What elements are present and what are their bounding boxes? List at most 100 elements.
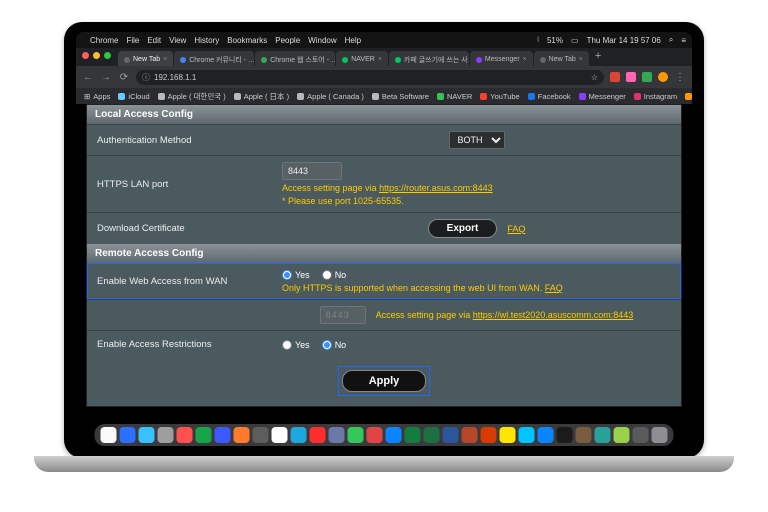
bookmark-item[interactable]: Beta Software (372, 92, 429, 101)
restrict-no-option[interactable]: No (322, 340, 347, 350)
wifi-icon[interactable]: ⧙ (537, 35, 539, 45)
tab-0[interactable]: New Tab× (118, 51, 173, 66)
new-tab-button[interactable]: + (590, 50, 606, 64)
export-button[interactable]: Export (428, 219, 498, 238)
bookmark-item[interactable]: Messenger (579, 92, 626, 101)
dock-app-icon[interactable] (367, 427, 383, 440)
chrome-menu-icon[interactable]: ⋮ (674, 72, 686, 83)
restrict-no-radio[interactable] (322, 340, 332, 350)
bookmark-item[interactable]: NAVER (437, 92, 472, 101)
menu-window[interactable]: Window (308, 36, 336, 45)
wan-no-option[interactable]: No (322, 270, 347, 280)
tab-5[interactable]: Messenger× (470, 51, 533, 66)
menu-view[interactable]: View (169, 36, 186, 45)
bookmark-item[interactable]: iCloud (118, 92, 149, 101)
dock-app-icon[interactable] (272, 427, 288, 440)
dock-app-icon[interactable] (405, 427, 421, 440)
bookmark-item[interactable]: Apple ( 대한민국 ) (158, 91, 226, 102)
cert-faq-link[interactable]: FAQ (507, 224, 525, 234)
close-window-icon[interactable] (82, 52, 89, 59)
https-port-input[interactable] (282, 162, 342, 180)
dock-app-icon[interactable] (633, 427, 649, 440)
control-center-icon[interactable]: ≡ (681, 36, 686, 45)
restrict-yes-radio[interactable] (282, 340, 292, 350)
tab-label: Messenger (485, 56, 520, 63)
bookmark-item[interactable]: Facebook (528, 92, 571, 101)
wan-faq-link[interactable]: FAQ (545, 283, 563, 293)
dock-app-icon[interactable] (120, 427, 136, 440)
dock-app-icon[interactable] (462, 427, 478, 440)
auth-method-select[interactable]: BOTH (449, 131, 505, 149)
menu-bookmarks[interactable]: Bookmarks (227, 36, 267, 45)
dock-app-icon[interactable] (291, 427, 307, 440)
bookmark-star-icon[interactable]: ☆ (591, 73, 598, 82)
dock-app-icon[interactable] (443, 427, 459, 440)
menu-file[interactable]: File (126, 36, 139, 45)
address-bar[interactable]: ⓘ 192.168.1.1 ☆ (136, 70, 604, 85)
wan-yes-option[interactable]: Yes (282, 270, 310, 280)
tab-2[interactable]: Chrome 웹 스토어 - …× (255, 51, 335, 66)
menu-help[interactable]: Help (345, 36, 361, 45)
bookmark-item[interactable]: Instagram (634, 92, 677, 101)
apps-shortcut[interactable]: ⊞Apps (84, 92, 110, 101)
site-info-icon[interactable]: ⓘ (142, 72, 150, 83)
profile-avatar[interactable] (658, 72, 668, 82)
tab-3[interactable]: NAVER× (336, 51, 388, 66)
back-button[interactable]: ← (82, 72, 94, 83)
dock-app-icon[interactable] (576, 427, 592, 440)
dock-app-icon[interactable] (177, 427, 193, 440)
bookmark-item[interactable]: Amazon (685, 92, 692, 101)
dock-app-icon[interactable] (158, 427, 174, 440)
menu-people[interactable]: People (275, 36, 300, 45)
dock-app-icon[interactable] (538, 427, 554, 440)
dock-app-icon[interactable] (595, 427, 611, 440)
search-icon[interactable]: ⌕ (669, 35, 673, 45)
dock-app-icon[interactable] (614, 427, 630, 440)
bookmark-favicon (158, 93, 165, 100)
wan-url-link[interactable]: https://wl.test2020.asuscomm.com:8443 (473, 310, 634, 320)
reload-button[interactable]: ⟳ (118, 72, 130, 83)
dock-app-icon[interactable] (310, 427, 326, 440)
dock-app-icon[interactable] (139, 427, 155, 440)
lan-url-link[interactable]: https://router.asus.com:8443 (379, 183, 493, 193)
dock-app-icon[interactable] (557, 427, 573, 440)
dock-app-icon[interactable] (196, 427, 212, 440)
dock-app-icon[interactable] (234, 427, 250, 440)
restrict-yes-option[interactable]: Yes (282, 340, 310, 350)
zoom-window-icon[interactable] (104, 52, 111, 59)
dock-app-icon[interactable] (386, 427, 402, 440)
close-icon[interactable]: × (579, 56, 583, 63)
bookmark-item[interactable]: YouTube (480, 92, 519, 101)
menu-history[interactable]: History (194, 36, 219, 45)
tab-6[interactable]: New Tab× (534, 51, 589, 66)
dock-app-icon[interactable] (652, 427, 668, 440)
window-controls[interactable] (80, 52, 117, 63)
forward-button[interactable]: → (100, 72, 112, 83)
wan-yes-radio[interactable] (282, 270, 292, 280)
menu-edit[interactable]: Edit (147, 36, 161, 45)
extension-icon[interactable] (642, 72, 652, 82)
app-name[interactable]: Chrome (90, 36, 118, 45)
wan-port-input[interactable] (320, 306, 366, 324)
extension-icon[interactable] (626, 72, 636, 82)
close-icon[interactable]: × (523, 56, 527, 63)
extension-icon[interactable] (610, 72, 620, 82)
apply-button[interactable]: Apply (342, 370, 427, 392)
close-icon[interactable]: × (378, 56, 382, 63)
bookmark-item[interactable]: Apple ( Canada ) (297, 92, 364, 101)
dock-app-icon[interactable] (329, 427, 345, 440)
dock-app-icon[interactable] (424, 427, 440, 440)
dock-app-icon[interactable] (348, 427, 364, 440)
dock-app-icon[interactable] (500, 427, 516, 440)
dock-app-icon[interactable] (101, 427, 117, 440)
dock-app-icon[interactable] (519, 427, 535, 440)
minimize-window-icon[interactable] (93, 52, 100, 59)
bookmark-item[interactable]: Apple ( 日本 ) (234, 91, 289, 102)
dock-app-icon[interactable] (481, 427, 497, 440)
tab-1[interactable]: Chrome 커뮤니티 - …× (174, 51, 254, 66)
tab-4[interactable]: 카페 글쓰기에 쓰는 사…× (389, 51, 469, 66)
dock-app-icon[interactable] (215, 427, 231, 440)
close-icon[interactable]: × (163, 56, 167, 63)
dock-app-icon[interactable] (253, 427, 269, 440)
wan-no-radio[interactable] (322, 270, 332, 280)
